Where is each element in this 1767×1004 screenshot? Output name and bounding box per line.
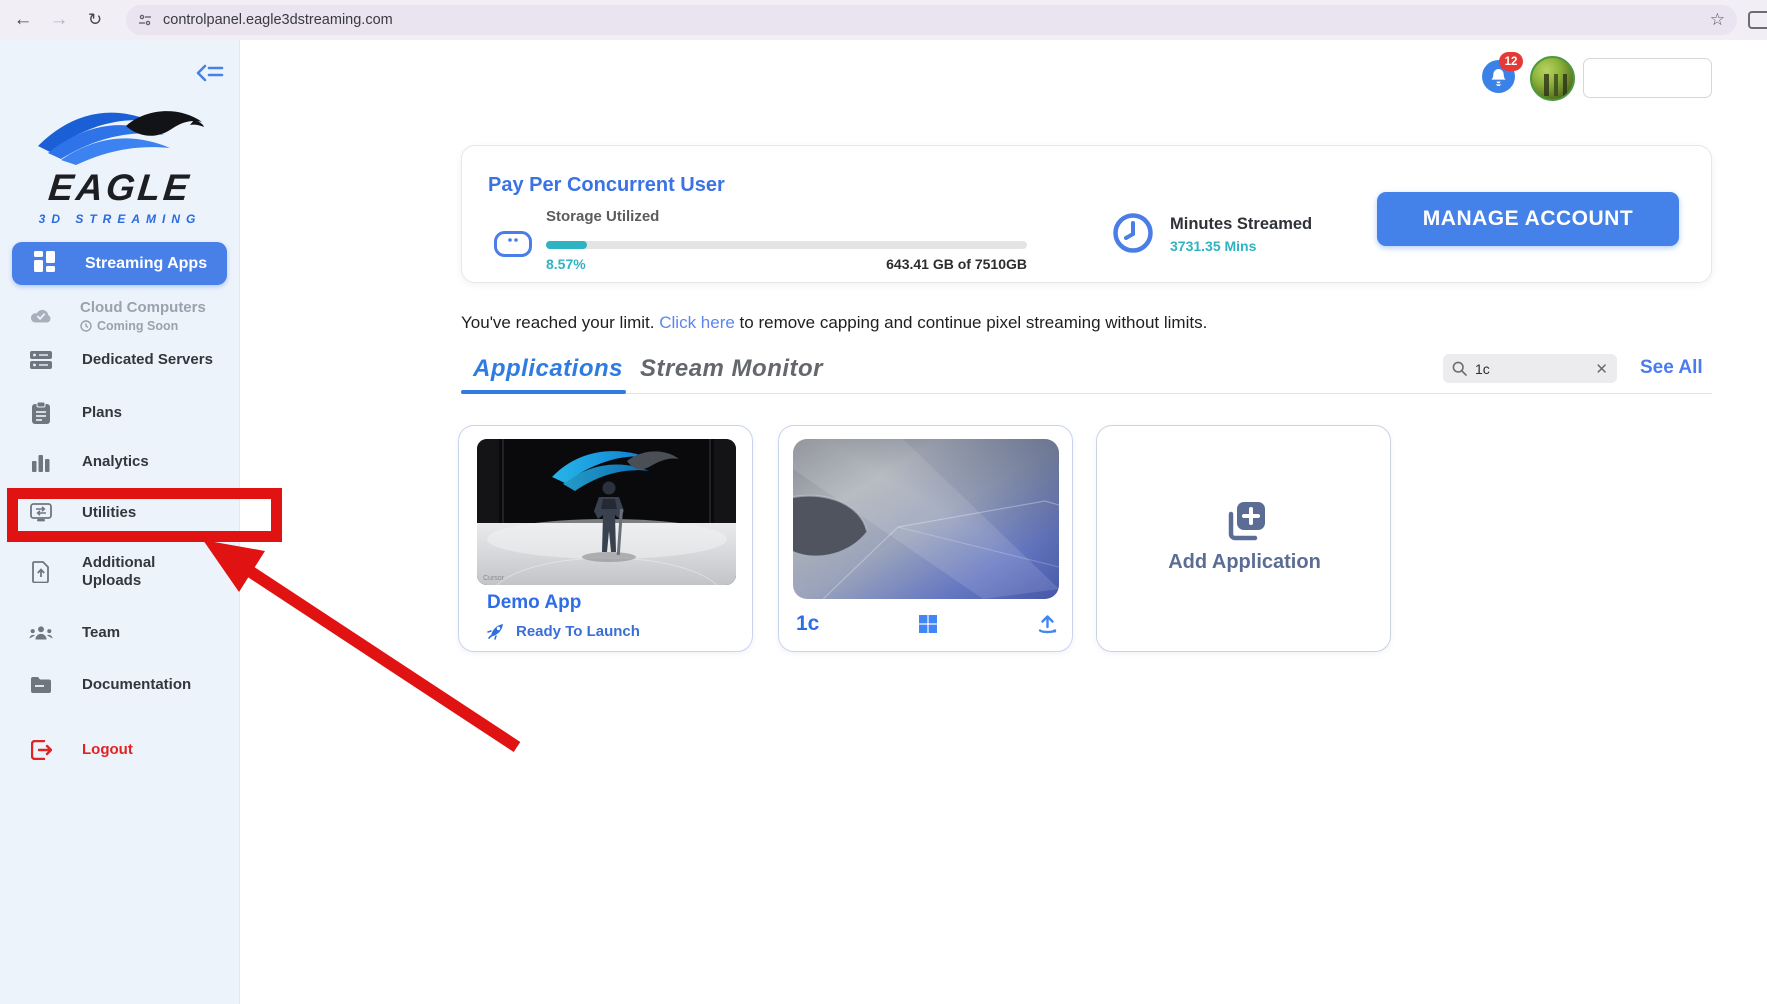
eagle-control-panel: ← → ↻ controlpanel.eagle3dstreaming.com … (0, 0, 1767, 1004)
sidebar-item-plans[interactable]: Plans (0, 398, 240, 428)
logo-subtitle: 3D STREAMING (25, 212, 215, 226)
sidebar-item-utilities[interactable]: Utilities (0, 498, 240, 528)
1c-thumbnail[interactable] (793, 439, 1059, 599)
demo-app-thumbnail[interactable]: Cursor (477, 439, 736, 585)
upload-icon[interactable] (1037, 614, 1058, 634)
app-search-input[interactable]: 1c ✕ (1443, 354, 1617, 383)
app-card-1c[interactable]: 1c (778, 425, 1073, 652)
limit-notice-link[interactable]: Click here (659, 313, 735, 332)
demo-app-status: Ready To Launch (516, 623, 640, 640)
history-clock-icon (80, 320, 92, 332)
file-upload-icon (29, 561, 53, 583)
limit-notice: You've reached your limit. Click here to… (461, 313, 1207, 333)
minutes-label: Minutes Streamed (1170, 215, 1312, 234)
eagle-logo-graphic (34, 100, 206, 166)
see-all-link[interactable]: See All (1640, 357, 1703, 379)
browser-back-icon[interactable]: ← (8, 0, 38, 40)
storage-icon (494, 231, 532, 257)
add-application-icon (1222, 498, 1268, 544)
demo-app-name[interactable]: Demo App (487, 592, 581, 614)
streaming-apps-icon (34, 251, 55, 277)
sidebar-item-label: Plans (82, 404, 122, 422)
sidebar-item-label: Cloud Computers (80, 299, 206, 317)
clear-search-icon[interactable]: ✕ (1595, 360, 1608, 378)
svg-text:Cursor: Cursor (483, 575, 505, 582)
minutes-value: 3731.35 Mins (1170, 238, 1256, 254)
bar-chart-icon (29, 452, 53, 472)
active-tab-underline (461, 390, 626, 394)
windows-icon[interactable] (919, 615, 937, 633)
sidebar-collapse-icon[interactable] (196, 62, 224, 84)
bookmark-star-icon[interactable]: ☆ (1710, 10, 1725, 30)
eagle-logo: EAGLE 3D STREAMING (25, 100, 215, 226)
extensions-icon[interactable] (1748, 11, 1767, 29)
tab-stream-monitor[interactable]: Stream Monitor (640, 355, 823, 383)
servers-icon (29, 350, 53, 370)
sidebar-item-label: Analytics (82, 453, 149, 471)
1c-app-name[interactable]: 1c (796, 612, 819, 636)
logout-icon (29, 740, 53, 760)
storage-progress-fill (546, 241, 587, 249)
sidebar-item-cloud-computers: Cloud Computers Coming Soon (0, 292, 240, 340)
limit-notice-suffix: to remove capping and continue pixel str… (735, 313, 1207, 332)
url-text: controlpanel.eagle3dstreaming.com (163, 12, 393, 28)
sidebar-item-label: Team (82, 624, 120, 642)
sidebar-item-label: Dedicated Servers (82, 351, 213, 369)
limit-notice-prefix: You've reached your limit. (461, 313, 659, 332)
user-avatar[interactable] (1530, 56, 1575, 101)
sidebar-item-team[interactable]: Team (0, 618, 240, 648)
coming-soon-badge: Coming Soon (80, 319, 206, 333)
logo-title: EAGLE (23, 167, 217, 209)
sidebar-item-logout[interactable]: Logout (0, 735, 240, 765)
team-icon (29, 624, 53, 642)
manage-account-button[interactable]: MANAGE ACCOUNT (1377, 192, 1679, 246)
rocket-icon (487, 622, 505, 640)
add-application-card[interactable]: Add Application (1096, 425, 1391, 652)
demo-app-launch[interactable]: Ready To Launch (487, 622, 640, 640)
tabs-divider (461, 393, 1712, 394)
clock-icon (1112, 212, 1154, 254)
app-card-demo[interactable]: Cursor Demo App Ready To Launch (458, 425, 753, 652)
storage-label: Storage Utilized (546, 208, 659, 225)
sidebar-item-dedicated-servers[interactable]: Dedicated Servers (0, 345, 240, 375)
1c-actions-row: 1c (796, 606, 1058, 642)
sidebar-item-documentation[interactable]: Documentation (0, 670, 240, 700)
notification-count-badge: 12 (1499, 52, 1523, 71)
browser-reload-icon[interactable]: ↻ (80, 0, 110, 40)
clipboard-icon (29, 402, 53, 424)
sidebar-item-label: Documentation (82, 676, 191, 694)
sidebar-item-label: Utilities (82, 504, 136, 522)
tab-applications[interactable]: Applications (473, 355, 623, 383)
add-application-button[interactable]: Add Application (1097, 498, 1392, 574)
storage-usage: 643.41 GB of 7510GB (546, 256, 1027, 272)
site-settings-icon[interactable] (137, 12, 153, 28)
browser-toolbar: ← → ↻ controlpanel.eagle3dstreaming.com … (0, 0, 1767, 40)
sidebar-item-label: Additional Uploads (82, 554, 178, 590)
sidebar-item-additional-uploads[interactable]: Additional Uploads (0, 548, 240, 596)
utilities-icon (29, 503, 53, 523)
browser-forward-icon[interactable]: → (44, 0, 74, 40)
account-dropdown[interactable] (1583, 58, 1712, 98)
sidebar-item-streaming-apps[interactable]: Streaming Apps (12, 242, 227, 285)
sidebar-item-label: Logout (82, 741, 133, 759)
search-value: 1c (1475, 361, 1595, 377)
search-icon (1452, 361, 1467, 376)
sidebar-item-analytics[interactable]: Analytics (0, 447, 240, 477)
folder-icon (29, 676, 53, 694)
account-summary-card: Pay Per Concurrent User Storage Utilized… (461, 145, 1712, 283)
storage-progress-bar (546, 241, 1027, 249)
sidebar-item-label: Streaming Apps (85, 255, 207, 273)
add-application-label: Add Application (1168, 551, 1321, 574)
address-bar[interactable]: controlpanel.eagle3dstreaming.com ☆ (126, 5, 1737, 35)
cloud-icon (29, 306, 53, 326)
plan-title: Pay Per Concurrent User (488, 174, 725, 197)
